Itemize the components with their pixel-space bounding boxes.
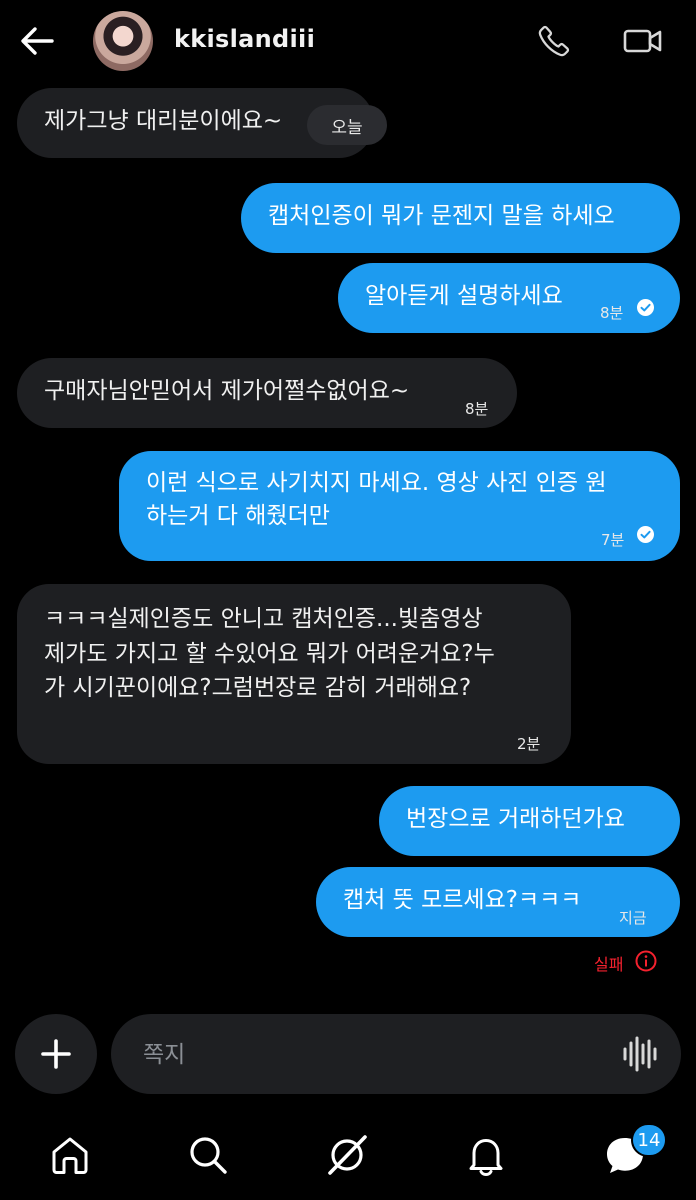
error-info-icon bbox=[635, 950, 657, 972]
message-bubble-incoming[interactable]: 구매자님안믿어서 제가어쩔수없어요~ 8분 bbox=[17, 358, 517, 428]
plus-icon bbox=[41, 1039, 71, 1069]
message-text-line: ㅋㅋㅋ실제인증도 안니고 캡처인증...빛춤영상 bbox=[44, 606, 483, 632]
read-receipt-icon bbox=[637, 526, 654, 543]
message-text: 번장으로 거래하던가요 bbox=[406, 806, 625, 832]
read-receipt-icon bbox=[637, 299, 654, 316]
video-call-button[interactable] bbox=[621, 20, 665, 62]
grok-icon bbox=[328, 1135, 367, 1175]
back-button[interactable] bbox=[14, 20, 60, 62]
message-bubble-outgoing[interactable]: 번장으로 거래하던가요 bbox=[379, 786, 680, 856]
send-failed-label: 실패 bbox=[594, 955, 624, 974]
nav-home[interactable] bbox=[43, 1128, 97, 1182]
message-input[interactable] bbox=[141, 1034, 595, 1076]
message-text: 제가그냥 대리분이에요~ bbox=[44, 108, 283, 134]
unread-messages-badge: 14 bbox=[631, 1123, 667, 1157]
message-text-line: 제가도 가지고 할 수있어요 뭐가 어려운거요?누 bbox=[44, 640, 495, 667]
add-attachment-button[interactable] bbox=[15, 1014, 97, 1094]
message-bubble-outgoing[interactable]: 이런 식으로 사기치지 마세요. 영상 사진 인증 원 하는거 다 해줬더만 7… bbox=[119, 451, 680, 561]
conversation-header: kkislandiii bbox=[0, 0, 696, 82]
home-icon bbox=[52, 1137, 88, 1174]
nav-notifications[interactable] bbox=[459, 1128, 513, 1182]
message-text: 구매자님안믿어서 제가어쩔수없어요~ bbox=[44, 378, 410, 404]
arrow-left-icon bbox=[21, 27, 54, 55]
avatar[interactable] bbox=[93, 11, 153, 71]
message-timestamp: 8분 bbox=[600, 304, 624, 322]
message-text-line: 이런 식으로 사기치지 마세요. 영상 사진 인증 원 bbox=[146, 470, 607, 496]
bell-icon bbox=[469, 1139, 503, 1177]
message-composer[interactable] bbox=[111, 1014, 681, 1094]
message-text: 알아듣게 설명하세요 bbox=[365, 283, 563, 309]
voice-call-button[interactable] bbox=[532, 20, 576, 62]
message-text-line: 하는거 다 해줬더만 bbox=[146, 503, 330, 529]
day-separator-chip: 오늘 bbox=[307, 105, 387, 145]
voice-message-button[interactable] bbox=[620, 1034, 660, 1074]
message-timestamp: 7분 bbox=[601, 531, 625, 549]
retry-button[interactable] bbox=[635, 950, 657, 972]
nav-grok[interactable] bbox=[320, 1128, 374, 1182]
waveform-icon bbox=[623, 1036, 657, 1072]
message-text-line: 가 시기꾼이에요?그럼번장로 감히 거래해요? bbox=[44, 675, 472, 701]
message-timestamp: 8분 bbox=[465, 400, 489, 418]
video-camera-icon bbox=[623, 29, 662, 53]
search-icon bbox=[190, 1137, 227, 1174]
message-bubble-outgoing[interactable]: 캡처인증이 뭐가 문젠지 말을 하세오 bbox=[241, 183, 680, 253]
message-bubble-outgoing[interactable]: 캡처 뜻 모르세요?ㅋㅋㅋ 지금 bbox=[316, 867, 680, 937]
message-text: 캡처 뜻 모르세요?ㅋㅋㅋ bbox=[343, 887, 582, 913]
message-bubble-outgoing[interactable]: 알아듣게 설명하세요 8분 bbox=[338, 263, 680, 333]
nav-search[interactable] bbox=[181, 1128, 235, 1182]
message-timestamp: 2분 bbox=[517, 735, 541, 753]
message-text: 캡처인증이 뭐가 문젠지 말을 하세오 bbox=[268, 203, 615, 229]
message-timestamp: 지금 bbox=[619, 909, 647, 927]
message-bubble-incoming[interactable]: ㅋㅋㅋ실제인증도 안니고 캡처인증...빛춤영상 제가도 가지고 할 수있어요 … bbox=[17, 584, 571, 764]
conversation-username[interactable]: kkislandiii bbox=[174, 25, 315, 53]
phone-icon bbox=[538, 25, 570, 57]
